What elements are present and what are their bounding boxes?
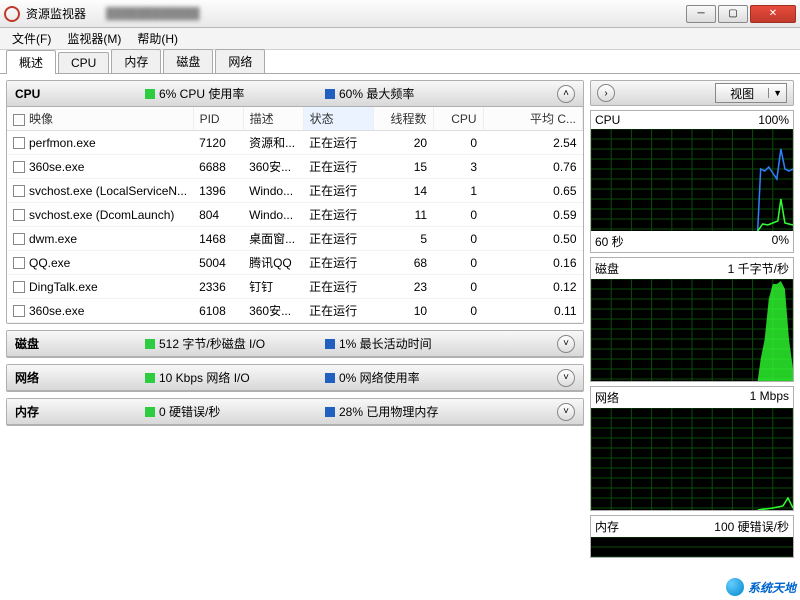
disk-header[interactable]: 磁盘 512 字节/秒磁盘 I/O 1% 最长活动时间 ˅ — [7, 331, 583, 357]
chart-cpu-max: 100% — [758, 113, 789, 127]
tab-network[interactable]: 网络 — [215, 49, 265, 73]
chevron-down-icon: ▼ — [768, 88, 786, 98]
table-row[interactable]: 360se.exe6108360安...正在运行1000.11 — [7, 299, 583, 323]
tabbar: 概述 CPU 内存 磁盘 网络 — [0, 50, 800, 74]
chart-disk: 磁盘 1 千字节/秒 — [590, 257, 794, 382]
checkbox[interactable] — [13, 137, 25, 149]
square-icon — [145, 339, 155, 349]
view-label: 视图 — [716, 85, 768, 102]
mem-stat2: 28% 已用物理内存 — [339, 403, 438, 420]
cpu-stat2: 60% 最大频率 — [339, 85, 414, 102]
menu-file[interactable]: 文件(F) — [4, 28, 59, 49]
chevron-down-icon[interactable]: ˅ — [557, 335, 575, 353]
disk-section: 磁盘 512 字节/秒磁盘 I/O 1% 最长活动时间 ˅ — [6, 330, 584, 358]
right-toolbar: › 视图 ▼ — [590, 80, 794, 106]
blurred-text: ████████████ — [106, 8, 200, 20]
checkbox[interactable] — [13, 257, 25, 269]
disk-stat2: 1% 最长活动时间 — [339, 335, 432, 352]
col-desc[interactable]: 描述 — [243, 107, 303, 131]
chart-net-max: 1 Mbps — [750, 389, 789, 406]
mem-stat1: 0 硬错误/秒 — [159, 403, 220, 420]
col-status[interactable]: 状态 — [303, 107, 373, 131]
window-title: 资源监视器 — [26, 5, 86, 22]
square-icon — [145, 407, 155, 417]
checkbox[interactable] — [13, 209, 25, 221]
app-icon — [4, 6, 20, 22]
table-row[interactable]: 360se.exe6688360安...正在运行1530.76 — [7, 155, 583, 179]
square-icon — [325, 373, 335, 383]
chevron-down-icon[interactable]: ˅ — [557, 403, 575, 421]
chart-cpu: CPU 100% 60 秒 0% — [590, 110, 794, 253]
disk-stat1: 512 字节/秒磁盘 I/O — [159, 335, 265, 352]
chart-cpu-title: CPU — [595, 113, 620, 127]
tab-cpu[interactable]: CPU — [58, 52, 109, 73]
cpu-title: CPU — [15, 87, 145, 101]
mem-title: 内存 — [15, 403, 145, 420]
menubar: 文件(F) 监视器(M) 帮助(H) — [0, 28, 800, 50]
titlebar: 资源监视器 ████████████ ─ ▢ ✕ — [0, 0, 800, 28]
network-header[interactable]: 网络 10 Kbps 网络 I/O 0% 网络使用率 ˅ — [7, 365, 583, 391]
col-pid[interactable]: PID — [193, 107, 243, 131]
table-row[interactable]: svchost.exe (LocalServiceN...1396Windo..… — [7, 179, 583, 203]
memory-section: 内存 0 硬错误/秒 28% 已用物理内存 ˅ — [6, 398, 584, 426]
chart-disk-title: 磁盘 — [595, 260, 619, 277]
close-button[interactable]: ✕ — [750, 5, 796, 23]
watermark-icon — [726, 578, 744, 596]
chart-disk-max: 1 千字节/秒 — [728, 260, 789, 277]
menu-monitor[interactable]: 监视器(M) — [59, 28, 129, 49]
chart-mem-max: 100 硬错误/秒 — [714, 518, 789, 535]
tab-disk[interactable]: 磁盘 — [163, 49, 213, 73]
tab-memory[interactable]: 内存 — [111, 49, 161, 73]
col-threads[interactable]: 线程数 — [373, 107, 433, 131]
cpu-stat1: 6% CPU 使用率 — [159, 85, 244, 102]
table-row[interactable]: svchost.exe (DcomLaunch)804Windo...正在运行1… — [7, 203, 583, 227]
checkbox[interactable] — [13, 305, 25, 317]
square-icon — [145, 89, 155, 99]
view-dropdown[interactable]: 视图 ▼ — [715, 83, 787, 103]
square-icon — [325, 89, 335, 99]
table-row[interactable]: dwm.exe1468桌面窗...正在运行500.50 — [7, 227, 583, 251]
checkbox[interactable] — [13, 281, 25, 293]
chart-cpu-foot-l: 60 秒 — [595, 233, 624, 250]
checkbox[interactable] — [13, 114, 25, 126]
net-stat1: 10 Kbps 网络 I/O — [159, 369, 250, 386]
checkbox[interactable] — [13, 233, 25, 245]
cpu-header[interactable]: CPU 6% CPU 使用率 60% 最大频率 ˄ — [7, 81, 583, 107]
table-row[interactable]: QQ.exe5004腾讯QQ正在运行6800.16 — [7, 251, 583, 275]
table-header-row: 映像 PID 描述 状态 线程数 CPU 平均 C... — [7, 107, 583, 131]
chart-network: 网络 1 Mbps — [590, 386, 794, 511]
net-stat2: 0% 网络使用率 — [339, 369, 420, 386]
col-image[interactable]: 映像 — [7, 107, 193, 131]
maximize-button[interactable]: ▢ — [718, 5, 748, 23]
disk-title: 磁盘 — [15, 335, 145, 352]
chevron-right-icon[interactable]: › — [597, 84, 615, 102]
square-icon — [325, 339, 335, 349]
chart-net-title: 网络 — [595, 389, 619, 406]
square-icon — [325, 407, 335, 417]
checkbox[interactable] — [13, 185, 25, 197]
chevron-up-icon[interactable]: ˄ — [557, 85, 575, 103]
col-cpu[interactable]: CPU — [433, 107, 483, 131]
tab-overview[interactable]: 概述 — [6, 50, 56, 74]
chart-memory: 内存 100 硬错误/秒 — [590, 515, 794, 558]
table-row[interactable]: perfmon.exe7120资源和...正在运行2002.54 — [7, 131, 583, 155]
col-avg[interactable]: 平均 C... — [483, 107, 582, 131]
watermark: 系统天地 — [726, 578, 796, 596]
network-section: 网络 10 Kbps 网络 I/O 0% 网络使用率 ˅ — [6, 364, 584, 392]
memory-header[interactable]: 内存 0 硬错误/秒 28% 已用物理内存 ˅ — [7, 399, 583, 425]
table-row[interactable]: DingTalk.exe2336钉钉正在运行2300.12 — [7, 275, 583, 299]
square-icon — [145, 373, 155, 383]
chart-cpu-foot-r: 0% — [772, 233, 789, 250]
process-table: 映像 PID 描述 状态 线程数 CPU 平均 C... perfmon.exe… — [7, 107, 583, 323]
minimize-button[interactable]: ─ — [686, 5, 716, 23]
net-title: 网络 — [15, 369, 145, 386]
checkbox[interactable] — [13, 161, 25, 173]
chevron-down-icon[interactable]: ˅ — [557, 369, 575, 387]
cpu-section: CPU 6% CPU 使用率 60% 最大频率 ˄ 映像 PID 描述 状态 线… — [6, 80, 584, 324]
watermark-text: 系统天地 — [748, 579, 796, 596]
chart-mem-title: 内存 — [595, 518, 619, 535]
menu-help[interactable]: 帮助(H) — [129, 28, 186, 49]
